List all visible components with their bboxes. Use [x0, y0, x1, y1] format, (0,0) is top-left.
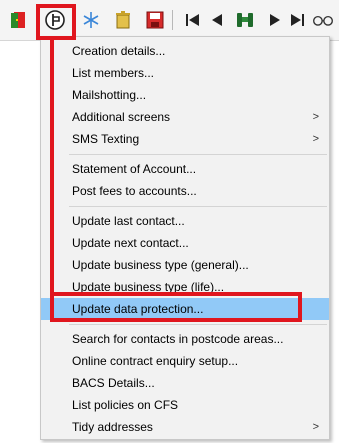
- menu-item-update-last-contact[interactable]: Update last contact...: [41, 210, 329, 232]
- menu-item-label: Update data protection...: [72, 302, 204, 316]
- menu-item-update-next-contact[interactable]: Update next contact...: [41, 232, 329, 254]
- menu-item-label: Tidy addresses: [72, 420, 153, 434]
- save-disk-icon[interactable]: [144, 9, 166, 31]
- next-record-icon[interactable]: [264, 9, 286, 31]
- submenu-arrow-icon: >: [312, 421, 319, 433]
- menu-item-label: Search for contacts in postcode areas...: [72, 332, 284, 346]
- last-record-icon[interactable]: [286, 9, 308, 31]
- menu-item-label: Statement of Account...: [72, 162, 197, 176]
- menu-item-search-postcode-areas[interactable]: Search for contacts in postcode areas...: [41, 328, 329, 350]
- menu-item-label: Update business type (life)...: [72, 280, 225, 294]
- submenu-arrow-icon: >: [312, 133, 319, 145]
- menu-item-label: List policies on CFS: [72, 398, 179, 412]
- menu-item-creation-details[interactable]: Creation details...: [41, 40, 329, 62]
- actions-menu-icon[interactable]: [44, 9, 66, 31]
- menu-item-label: Mailshotting...: [72, 88, 147, 102]
- menu-item-label: Online contract enquiry setup...: [72, 354, 239, 368]
- toolbar: [0, 0, 339, 41]
- menu-separator: [69, 206, 327, 207]
- trash-bin-icon[interactable]: [112, 9, 134, 31]
- menu-item-label: SMS Texting: [72, 132, 140, 146]
- menu-item-label: Update business type (general)...: [72, 258, 249, 272]
- snowflake-icon[interactable]: [80, 9, 102, 31]
- exit-door-icon[interactable]: [8, 9, 30, 31]
- menu-item-label: Post fees to accounts...: [72, 184, 197, 198]
- menu-item-label: Creation details...: [72, 44, 166, 58]
- glasses-view-icon[interactable]: [312, 9, 334, 31]
- menu-item-mailshotting[interactable]: Mailshotting...: [41, 84, 329, 106]
- menu-item-update-business-type-life[interactable]: Update business type (life)...: [41, 276, 329, 298]
- menu-item-tidy-addresses[interactable]: Tidy addresses >: [41, 416, 329, 438]
- menu-item-bacs-details[interactable]: BACS Details...: [41, 372, 329, 394]
- actions-dropdown-menu: Creation details... List members... Mail…: [40, 36, 330, 440]
- menu-item-post-fees[interactable]: Post fees to accounts...: [41, 180, 329, 202]
- menu-item-label: Update last contact...: [72, 214, 185, 228]
- menu-item-list-policies-cfs[interactable]: List policies on CFS: [41, 394, 329, 416]
- menu-item-label: List members...: [72, 66, 155, 80]
- menu-item-sms-texting[interactable]: SMS Texting >: [41, 128, 329, 150]
- submenu-arrow-icon: >: [312, 111, 319, 123]
- binoculars-search-icon[interactable]: [234, 9, 256, 31]
- menu-item-label: Additional screens: [72, 110, 171, 124]
- menu-item-label: Update next contact...: [72, 236, 189, 250]
- menu-item-label: BACS Details...: [72, 376, 155, 390]
- menu-separator: [69, 154, 327, 155]
- menu-item-update-business-type-general[interactable]: Update business type (general)...: [41, 254, 329, 276]
- menu-item-additional-screens[interactable]: Additional screens >: [41, 106, 329, 128]
- highlight-connector-line: [50, 40, 54, 320]
- menu-separator: [69, 324, 327, 325]
- menu-item-list-members[interactable]: List members...: [41, 62, 329, 84]
- toolbar-separator: [172, 10, 173, 30]
- menu-item-update-data-protection[interactable]: Update data protection...: [41, 298, 329, 320]
- menu-item-statement-of-account[interactable]: Statement of Account...: [41, 158, 329, 180]
- previous-record-icon[interactable]: [206, 9, 228, 31]
- first-record-icon[interactable]: [182, 9, 204, 31]
- menu-item-online-contract-enquiry[interactable]: Online contract enquiry setup...: [41, 350, 329, 372]
